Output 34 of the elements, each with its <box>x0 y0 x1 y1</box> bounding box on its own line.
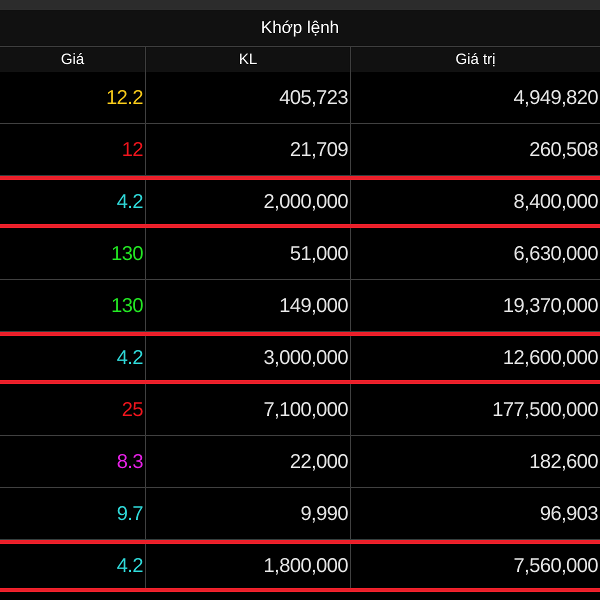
table-cell-text: 21,709 <box>290 138 348 162</box>
table-cell-text: 4.2 <box>116 346 143 371</box>
table-cell-text: 9.7 <box>116 502 143 526</box>
table-cell-text: 12 <box>122 138 143 162</box>
table-cell-text: 6,630,000 <box>514 242 598 266</box>
table-cell-text: 12.2 <box>106 86 143 110</box>
section-title: Khớp lệnh <box>260 17 340 40</box>
table-cell-text: 19,370,000 <box>502 294 598 318</box>
table-cell-text: 51,000 <box>290 242 348 266</box>
table-cell-text: 182,600 <box>529 450 598 474</box>
table-cell-text: 149,000 <box>279 294 348 318</box>
table-cell-text: 3,000,000 <box>264 346 348 371</box>
table-cell-text: 25 <box>122 398 143 422</box>
column-header: KL <box>238 52 258 67</box>
table-cell-text: 177,500,000 <box>492 398 598 422</box>
table-cell-text: 4.2 <box>116 190 143 215</box>
table-cell-text: 2,000,000 <box>264 190 348 215</box>
table-cell-text: 260,508 <box>529 138 598 162</box>
column-header: Giá trị <box>455 52 496 67</box>
table-cell-text: 12,600,000 <box>502 346 598 371</box>
table-cell-text: 1,800,000 <box>264 554 348 579</box>
table-cell-text: 405,723 <box>279 86 348 110</box>
table-cell-text: 8.3 <box>116 450 143 474</box>
table-cell-text: 7,560,000 <box>514 554 598 579</box>
table-cell-text: 4.2 <box>116 554 143 579</box>
column-header: Giá <box>60 52 84 67</box>
table-cell-text: 8,400,000 <box>514 190 598 215</box>
table-cell-text: 7,100,000 <box>264 398 348 422</box>
table-cell-text: 130 <box>111 294 143 318</box>
table-cell-text: 4,949,820 <box>514 86 598 110</box>
table-cell-text: 9,990 <box>300 502 348 526</box>
table-cell-text: 130 <box>111 242 143 266</box>
table-cell-text: 96,903 <box>540 502 598 526</box>
table-cell-text: 22,000 <box>290 450 348 474</box>
